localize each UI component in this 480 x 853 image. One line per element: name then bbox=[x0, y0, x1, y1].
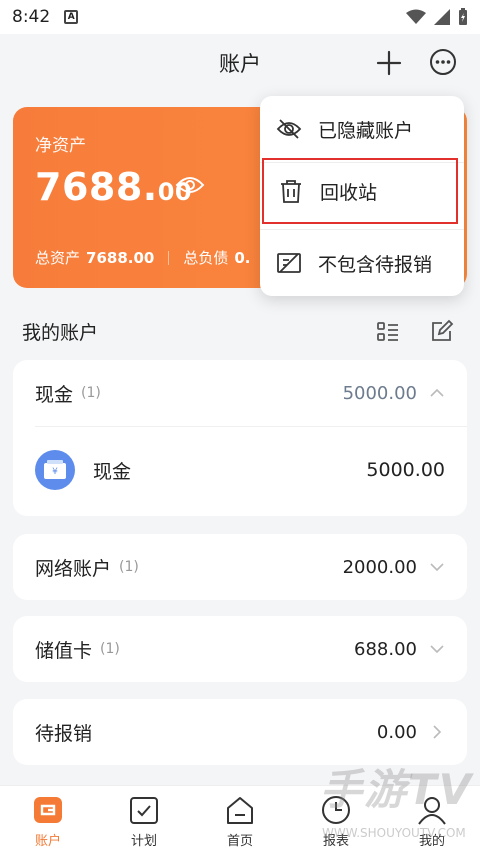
account-group-amount: 688.00 bbox=[354, 638, 417, 660]
net-asset-label: 净资产 bbox=[35, 136, 86, 156]
divider bbox=[168, 250, 170, 265]
chevron-right-icon bbox=[433, 725, 442, 739]
tab-label: 账户 bbox=[34, 834, 61, 849]
chevron-down-icon bbox=[430, 563, 444, 572]
account-item-name: 现金 bbox=[93, 460, 132, 483]
account-group-amount: 5000.00 bbox=[342, 382, 417, 404]
receipt-off-icon bbox=[277, 253, 301, 273]
account-group-amount: 0.00 bbox=[376, 721, 417, 743]
watermark-url: WWW.SHOUYOUTV.COM bbox=[322, 826, 466, 840]
menu-item-exclude-reimburse[interactable]: 不包含待报销 bbox=[260, 230, 464, 296]
account-item-cash[interactable]: ¥ 现金 5000.00 bbox=[13, 426, 467, 514]
more-menu-popup: 已隐藏账户 回收站 不包含待报销 bbox=[260, 96, 464, 296]
eye-icon[interactable] bbox=[175, 173, 205, 197]
more-icon[interactable] bbox=[428, 47, 458, 77]
watermark: 手游TV bbox=[320, 765, 474, 814]
list-view-icon[interactable] bbox=[376, 320, 400, 344]
cash-icon: ¥ bbox=[35, 450, 75, 490]
tab-plan[interactable]: 计划 bbox=[96, 786, 192, 853]
account-group-name: 现金 bbox=[35, 383, 74, 406]
menu-item-recycle-bin[interactable]: 回收站 bbox=[262, 158, 458, 224]
wifi-icon bbox=[406, 9, 426, 24]
plus-icon[interactable] bbox=[374, 48, 404, 78]
account-item-amount: 5000.00 bbox=[366, 459, 445, 481]
account-group-name: 网络账户 bbox=[35, 557, 112, 580]
tab-account[interactable]: 账户 bbox=[0, 786, 96, 853]
section-title: 我的账户 bbox=[22, 322, 99, 344]
tab-label: 首页 bbox=[226, 834, 253, 849]
chevron-up-icon bbox=[430, 388, 444, 397]
menu-item-hidden-accounts[interactable]: 已隐藏账户 bbox=[260, 96, 464, 162]
account-group-count: (1) bbox=[81, 385, 101, 401]
status-time: 8:42 bbox=[12, 7, 51, 27]
home-icon bbox=[227, 797, 253, 824]
account-group-amount: 2000.00 bbox=[342, 556, 417, 578]
checkbox-icon bbox=[130, 797, 158, 824]
total-assets-label: 总资产 bbox=[35, 249, 81, 267]
menu-item-label: 不包含待报销 bbox=[318, 253, 433, 276]
chevron-down-icon bbox=[430, 645, 444, 654]
asset-summary: 总资产 7688.00 总负债 0. bbox=[35, 247, 251, 268]
status-bar: 8:42 A bbox=[0, 0, 480, 34]
battery-icon bbox=[459, 8, 467, 25]
header: 账户 bbox=[0, 34, 480, 94]
total-assets-value: 7688.00 bbox=[86, 248, 155, 267]
account-group-header[interactable]: 网络账户 (1) 2000.00 bbox=[13, 534, 467, 600]
edit-icon[interactable] bbox=[430, 319, 454, 343]
status-indicators bbox=[406, 8, 468, 26]
account-group-header[interactable]: 储值卡 (1) 688.00 bbox=[13, 616, 467, 682]
menu-item-label: 已隐藏账户 bbox=[318, 119, 414, 142]
svg-text:¥: ¥ bbox=[52, 467, 58, 477]
tab-home[interactable]: 首页 bbox=[192, 786, 288, 853]
net-asset-value: 7688.00 bbox=[35, 165, 192, 209]
account-group-stored-card[interactable]: 储值卡 (1) 688.00 bbox=[13, 616, 467, 682]
account-group-name: 待报销 bbox=[35, 722, 93, 745]
account-group-cash: 现金 (1) 5000.00 ¥ 现金 5000.00 bbox=[13, 360, 467, 516]
account-group-count: (1) bbox=[119, 559, 139, 575]
notification-icon: A bbox=[64, 10, 79, 24]
wallet-icon bbox=[34, 797, 62, 823]
signal-icon bbox=[434, 9, 450, 25]
account-group-header[interactable]: 现金 (1) 5000.00 bbox=[13, 360, 467, 426]
account-group-name: 储值卡 bbox=[35, 639, 93, 662]
account-group-network[interactable]: 网络账户 (1) 2000.00 bbox=[13, 534, 467, 600]
account-group-count: (1) bbox=[100, 641, 120, 657]
tab-label: 计划 bbox=[130, 834, 157, 849]
page-title: 账户 bbox=[219, 52, 261, 76]
eye-off-icon bbox=[276, 119, 302, 139]
trash-icon bbox=[281, 180, 301, 203]
net-asset-int: 7688. bbox=[35, 165, 158, 209]
total-debt-value: 0. bbox=[234, 248, 251, 267]
total-debt-label: 总负债 bbox=[183, 249, 229, 267]
menu-item-label: 回收站 bbox=[320, 181, 378, 204]
